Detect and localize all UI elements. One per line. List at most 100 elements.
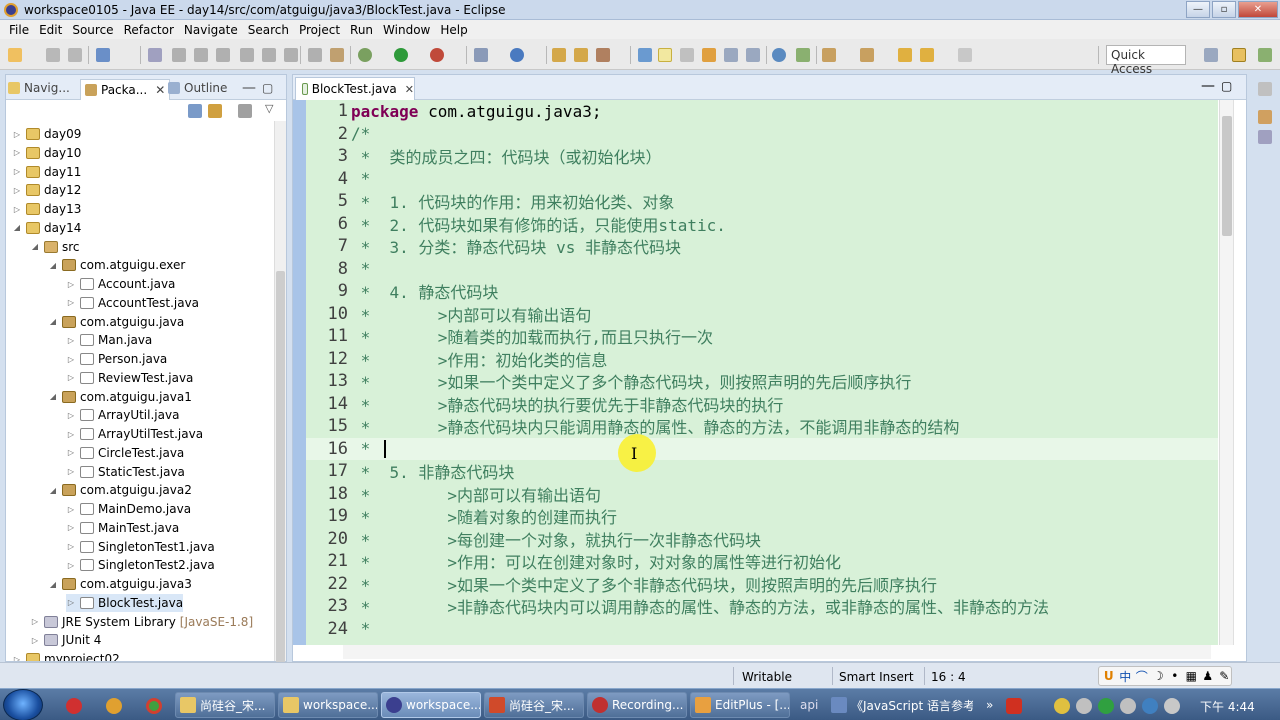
taskbar-item-1[interactable]: 尚硅谷_宋... bbox=[175, 692, 275, 718]
code-line[interactable]: 13 * >如果一个类中定义了多个静态代码块，则按照声明的先后顺序执行 bbox=[306, 370, 1218, 393]
tree-item[interactable]: ▷ SingletonTest1.java bbox=[66, 538, 215, 556]
collapsed-arrow-icon[interactable]: ▷ bbox=[12, 130, 22, 139]
code-area[interactable]: 1 package com.atguigu.java3; 2/* 3 * 类的成员之四… bbox=[293, 100, 1246, 645]
tray-overflow-icon[interactable]: » bbox=[986, 698, 993, 712]
filters-icon[interactable] bbox=[238, 104, 252, 118]
step-over-icon[interactable] bbox=[284, 48, 298, 62]
tree-item[interactable]: ▷ ReviewTest.java bbox=[66, 369, 193, 387]
tab-navigator[interactable]: Navig... bbox=[8, 79, 70, 97]
step-into-icon[interactable] bbox=[262, 48, 276, 62]
close-editor-icon[interactable]: ✕ bbox=[405, 83, 414, 96]
code-line[interactable]: 23 * >非静态代码块内可以调用静态的属性、静态的方法，或非静态的属性、非静态… bbox=[306, 595, 1218, 618]
tree-item[interactable]: ▷ ArrayUtil.java bbox=[66, 406, 180, 424]
code-line[interactable]: 24 * bbox=[306, 618, 1218, 641]
external-tools-icon[interactable] bbox=[430, 48, 444, 62]
annotation-ruler[interactable] bbox=[293, 100, 306, 645]
run-icon[interactable] bbox=[394, 48, 408, 62]
expanded-arrow-icon[interactable]: ◢ bbox=[48, 261, 58, 270]
flag-icon[interactable] bbox=[1142, 698, 1158, 714]
close-button[interactable]: ✕ bbox=[1238, 1, 1278, 18]
ime-toolbar[interactable]: U 中 ⌒ ☽ • ▦ ♟ ✎ bbox=[1098, 666, 1232, 686]
display-icon[interactable] bbox=[1120, 698, 1136, 714]
code-line[interactable]: 16 * bbox=[306, 437, 1218, 460]
code-line[interactable]: 7 * 3. 分类：静态代码块 vs 非静态代码块 bbox=[306, 235, 1218, 258]
previous-annotation-icon[interactable] bbox=[860, 48, 874, 62]
tree-item[interactable]: ◢ com.atguigu.java2 bbox=[48, 481, 192, 499]
java-perspective-icon[interactable] bbox=[1258, 48, 1272, 62]
expanded-arrow-icon[interactable]: ◢ bbox=[12, 223, 22, 232]
tree-item[interactable]: ▷ day12 bbox=[12, 181, 81, 199]
sync-icon[interactable] bbox=[796, 48, 810, 62]
tree-scrollbar-thumb[interactable] bbox=[276, 271, 285, 691]
back-icon[interactable] bbox=[920, 48, 934, 62]
tree-item[interactable]: ▷ MainTest.java bbox=[66, 519, 179, 537]
app-icon-2[interactable] bbox=[106, 698, 122, 714]
expanded-arrow-icon[interactable]: ◢ bbox=[48, 392, 58, 401]
tree-item[interactable]: ▷ JUnit 4 bbox=[30, 631, 102, 649]
search-icon[interactable] bbox=[596, 48, 610, 62]
taskbar-item-5[interactable]: Recording... bbox=[587, 692, 687, 718]
code-line[interactable]: 18 * >内部可以有输出语句 bbox=[306, 483, 1218, 506]
code-line[interactable]: 6 * 2. 代码块如果有修饰的话，只能使用static. bbox=[306, 213, 1218, 236]
tree-item[interactable]: ▷ BlockTest.java bbox=[66, 593, 184, 612]
pilcrow-icon[interactable] bbox=[746, 48, 760, 62]
toggle-annotation-icon[interactable] bbox=[638, 48, 652, 62]
ime-dot-icon[interactable]: • bbox=[1168, 669, 1182, 683]
menu-run[interactable]: Run bbox=[345, 23, 378, 37]
java-ee-perspective-icon[interactable] bbox=[1232, 48, 1246, 62]
chrome-icon[interactable] bbox=[146, 698, 162, 714]
menu-help[interactable]: Help bbox=[435, 23, 472, 37]
show-whitespace-icon[interactable] bbox=[702, 48, 716, 62]
tree-item[interactable]: ▷ day13 bbox=[12, 200, 81, 218]
tree-item[interactable]: ▷ myproject02 bbox=[12, 650, 120, 661]
tree-item[interactable]: ▷ CircleTest.java bbox=[66, 444, 184, 462]
next-annotation-icon[interactable] bbox=[822, 48, 836, 62]
terminal-icon[interactable] bbox=[96, 48, 110, 62]
taskbar-item-6[interactable]: EditPlus - [... bbox=[690, 692, 790, 718]
taskbar-item-3[interactable]: workspace... bbox=[381, 692, 481, 718]
step-return-icon[interactable] bbox=[308, 48, 322, 62]
editor-vscrollbar[interactable] bbox=[1219, 100, 1233, 645]
restore-icon[interactable] bbox=[1258, 82, 1272, 96]
new-icon[interactable] bbox=[8, 48, 22, 62]
editor-vscrollbar-thumb[interactable] bbox=[1222, 116, 1232, 236]
tree-item[interactable]: ◢ com.atguigu.java bbox=[48, 313, 184, 331]
menu-navigate[interactable]: Navigate bbox=[179, 23, 243, 37]
ime-keyboard-icon[interactable]: ▦ bbox=[1185, 669, 1199, 683]
expanded-arrow-icon[interactable]: ◢ bbox=[48, 580, 58, 589]
collapsed-arrow-icon[interactable]: ▷ bbox=[66, 430, 76, 439]
collapsed-arrow-icon[interactable]: ▷ bbox=[12, 205, 22, 214]
tree-item[interactable]: ▷ Man.java bbox=[66, 331, 152, 349]
code-line[interactable]: 22 * >如果一个类中定义了多个非静态代码块，则按照声明的先后顺序执行 bbox=[306, 573, 1218, 596]
open-type-icon[interactable] bbox=[552, 48, 566, 62]
view-menu-icon[interactable]: ▽ bbox=[265, 102, 273, 115]
resume-icon[interactable] bbox=[172, 48, 186, 62]
tree-item[interactable]: ▷ day11 bbox=[12, 163, 81, 181]
editor-hscrollbar[interactable] bbox=[343, 645, 1211, 659]
tree-item[interactable]: ◢ com.atguigu.java3 bbox=[48, 575, 192, 593]
overview-ruler[interactable] bbox=[1233, 100, 1246, 645]
tree-item[interactable]: ▷ day10 bbox=[12, 144, 81, 162]
close-tab-icon[interactable]: ✕ bbox=[155, 83, 165, 97]
collapsed-arrow-icon[interactable]: ▷ bbox=[66, 336, 76, 345]
code-line[interactable]: 19 * >随着对象的创建而执行 bbox=[306, 505, 1218, 528]
menu-search[interactable]: Search bbox=[243, 23, 294, 37]
network-icon[interactable] bbox=[1054, 698, 1070, 714]
maximize-view-icon[interactable]: ▢ bbox=[262, 79, 273, 97]
menu-project[interactable]: Project bbox=[294, 23, 345, 37]
globe-icon[interactable] bbox=[772, 48, 786, 62]
new-java-project-icon[interactable] bbox=[474, 48, 488, 62]
code-line[interactable]: 11 * >随着类的加载而执行,而且只执行一次 bbox=[306, 325, 1218, 348]
tree-item[interactable]: ◢ day14 bbox=[12, 219, 81, 237]
debug-icon[interactable] bbox=[358, 48, 372, 62]
link-with-editor-icon[interactable] bbox=[208, 104, 222, 118]
collapsed-arrow-icon[interactable]: ▷ bbox=[66, 467, 76, 476]
collapsed-arrow-icon[interactable]: ▷ bbox=[66, 505, 76, 514]
collapsed-arrow-icon[interactable]: ▷ bbox=[66, 561, 76, 570]
expanded-arrow-icon[interactable]: ◢ bbox=[30, 242, 40, 251]
taskbar-item-api[interactable]: api bbox=[800, 698, 818, 712]
collapsed-arrow-icon[interactable]: ▷ bbox=[12, 186, 22, 195]
show-source-icon[interactable] bbox=[724, 48, 738, 62]
tree-item[interactable]: ▷ Account.java bbox=[66, 275, 176, 293]
taskbar-item-8[interactable]: 《JavaScript 语言参考... bbox=[826, 692, 974, 718]
